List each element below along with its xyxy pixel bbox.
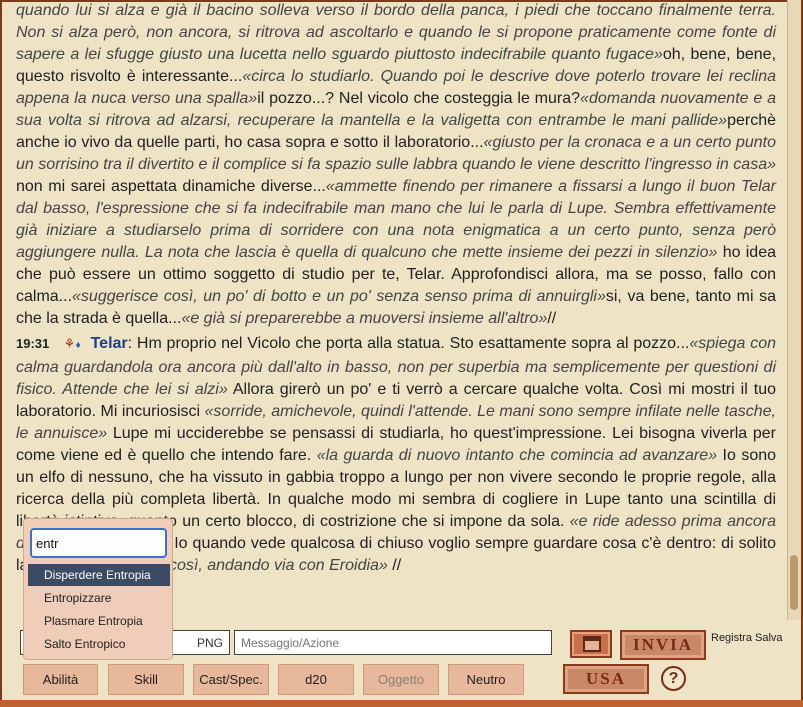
chat-message: quando lui si alza e già il bacino solle… (16, 0, 776, 330)
ability-button[interactable]: Abilità (23, 664, 98, 695)
speech-text: // (547, 310, 557, 327)
message-time: 19:31 (16, 336, 50, 351)
send-button[interactable]: INVIA (620, 630, 706, 660)
calendar-button[interactable] (570, 630, 612, 658)
gem-icon: ♦ (75, 340, 82, 351)
bottom-border (0, 700, 803, 707)
speech-text: Hm proprio nel Vicolo che porta alla sta… (132, 335, 690, 352)
message-input[interactable] (234, 630, 552, 655)
scrollbar-thumb[interactable] (790, 555, 798, 610)
skill-button[interactable]: Skill (108, 664, 184, 695)
autocomplete-option[interactable]: Disperdere Entropia (28, 564, 170, 586)
speech-text: // (387, 557, 402, 574)
action-text: «e già si preparerebbe a muoversi insiem… (181, 310, 548, 327)
object-button: Oggetto (363, 664, 439, 695)
cast-spec-button[interactable]: Cast/Spec. (193, 664, 269, 695)
neutral-button[interactable]: Neutro (448, 664, 524, 695)
race-symbol-icon: ⚘ (63, 336, 76, 351)
calendar-icon (583, 636, 601, 652)
character-name-link[interactable]: Telar (91, 335, 128, 352)
autocomplete-popup: Disperdere Entropia Entropizzare Plasmar… (23, 518, 173, 660)
chat-scrollbar[interactable] (787, 0, 801, 620)
speech-text: il pozzo...? Nel vicolo che costeggia le… (257, 90, 581, 107)
autocomplete-option[interactable]: Entropizzare (28, 587, 170, 609)
action-text: «suggerisce così, un po' di botto e un p… (72, 288, 606, 305)
help-icon[interactable]: ? (661, 666, 686, 691)
autocomplete-search-input[interactable] (30, 528, 167, 558)
action-buttons: Abilità Skill Cast/Spec. d20 Oggetto Neu… (0, 664, 560, 696)
save-log-link[interactable]: Registra Salva (711, 632, 783, 644)
autocomplete-option[interactable]: Salto Entropico (28, 633, 170, 655)
d20-button[interactable]: d20 (278, 664, 354, 695)
autocomplete-option[interactable]: Plasmare Entropia (28, 610, 170, 632)
speech-text: non mi sarei aspettata dinamiche diverse… (16, 178, 326, 195)
action-text: «la guarda di nuovo intanto che comincia… (316, 447, 718, 464)
use-button[interactable]: USA (563, 664, 649, 694)
